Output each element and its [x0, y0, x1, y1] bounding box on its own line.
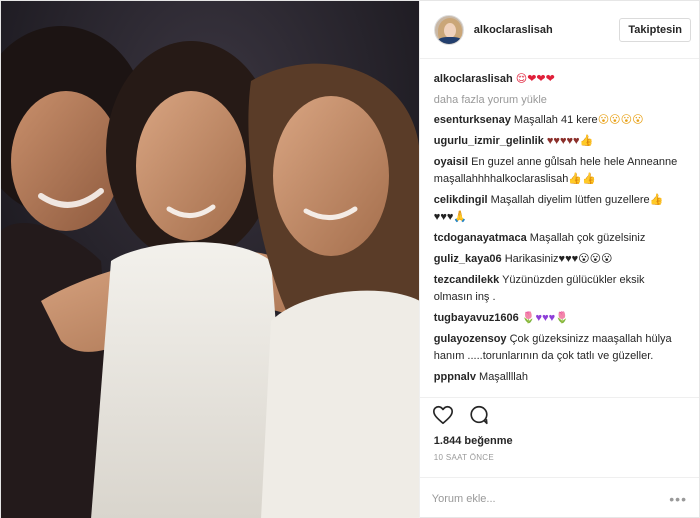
comments-fade — [419, 387, 699, 397]
load-more-comments-link[interactable]: daha fazla yorum yükle — [434, 94, 685, 106]
comment-item: ugurlu_izmir_gelinlik ♥♥♥♥♥👍 — [434, 133, 685, 150]
photo-illustration — [1, 1, 419, 518]
comment-text: Maşallah çok güzelsiniz — [529, 232, 646, 244]
action-bar — [419, 397, 699, 435]
heart-icon[interactable] — [432, 404, 454, 429]
comment-item: tugbayavuz1606 🌷♥♥♥🌷 — [434, 310, 685, 327]
comment-username[interactable]: celikdingil — [434, 194, 488, 206]
comment-item: guliz_kaya06 Harikasiniz♥♥♥😮😮😮 — [434, 251, 685, 268]
comment-text: Maşallllah — [479, 371, 528, 383]
comment-username[interactable]: ugurlu_izmir_gelinlik — [434, 135, 544, 147]
comment-item: oyaisil En guzel anne gůlsah hele hele A… — [434, 154, 685, 188]
header-username[interactable]: alkoclaraslisah — [474, 24, 620, 36]
comment-username[interactable]: gulayozensoy — [434, 333, 507, 345]
comment-username[interactable]: esenturksenay — [434, 114, 511, 126]
comment-text: Maşallah diyelim lütfen guzellere — [490, 194, 650, 206]
post-sidebar: alkoclaraslisah Takiptesin alkoclaraslis… — [418, 1, 699, 518]
post-header: alkoclaraslisah Takiptesin — [419, 1, 699, 59]
comment-item: tezcandilekk Yüzünüzden gülücükler eksik… — [434, 272, 685, 306]
avatar[interactable] — [433, 14, 464, 45]
comments-list[interactable]: alkoclaraslisah 😌❤❤❤ daha fazla yorum yü… — [419, 59, 699, 397]
comment-emoji: ♥♥♥♥♥👍 — [546, 135, 594, 147]
follow-button[interactable]: Takiptesin — [619, 17, 691, 42]
comment-emoji: 🌷♥♥♥🌷 — [521, 312, 569, 324]
instagram-post: alkoclaraslisah Takiptesin alkoclaraslis… — [0, 0, 700, 518]
post-timestamp: 10 SAAT ÖNCE — [433, 453, 495, 462]
comment-item: esenturksenay Maşallah 41 kere😮😮😮😮 — [434, 112, 685, 129]
comment-username[interactable]: guliz_kaya06 — [434, 253, 502, 265]
comment-text: Maşallah 41 kere — [513, 114, 598, 126]
comment-input[interactable] — [431, 492, 652, 505]
comment-emoji: ♥♥♥😮😮😮 — [558, 253, 613, 265]
comment-emoji: 😮😮😮😮 — [597, 114, 644, 126]
comment-username[interactable]: tugbayavuz1606 — [434, 312, 519, 324]
comment-text: Harikasiniz — [504, 253, 559, 265]
caption: alkoclaraslisah 😌❤❤❤ — [434, 71, 685, 88]
comment-bubble-icon[interactable] — [468, 404, 490, 429]
comment-item: gulayozensoy Çok güzeksinizz maaşallah h… — [434, 331, 685, 365]
comment-username[interactable]: oyaisil — [434, 156, 468, 168]
comment-item: tcdoganayatmaca Maşallah çok güzelsiniz — [434, 230, 685, 247]
comment-text: En guzel anne gůlsah hele hele Anneanne … — [433, 156, 678, 185]
more-options-icon[interactable]: ••• — [669, 491, 687, 507]
comment-username[interactable]: tcdoganayatmaca — [434, 232, 527, 244]
comment-items: esenturksenay Maşallah 41 kere😮😮😮😮 ugurlu… — [434, 112, 685, 386]
like-count[interactable]: 1.844 beğenme — [420, 435, 699, 453]
caption-username[interactable]: alkoclaraslisah — [434, 73, 513, 85]
comment-item: celikdingil Maşallah diyelim lütfen guze… — [434, 192, 685, 226]
add-comment-bar: ••• — [419, 477, 699, 518]
comment-item: pppnalv Maşallllah — [434, 369, 685, 386]
comment-username[interactable]: pppnalv — [434, 371, 476, 383]
caption-emoji: 😌❤❤❤ — [515, 73, 555, 85]
post-photo[interactable] — [1, 1, 419, 518]
comment-username[interactable]: tezcandilekk — [434, 274, 499, 286]
comment-emoji: 👍👍 — [568, 173, 596, 185]
